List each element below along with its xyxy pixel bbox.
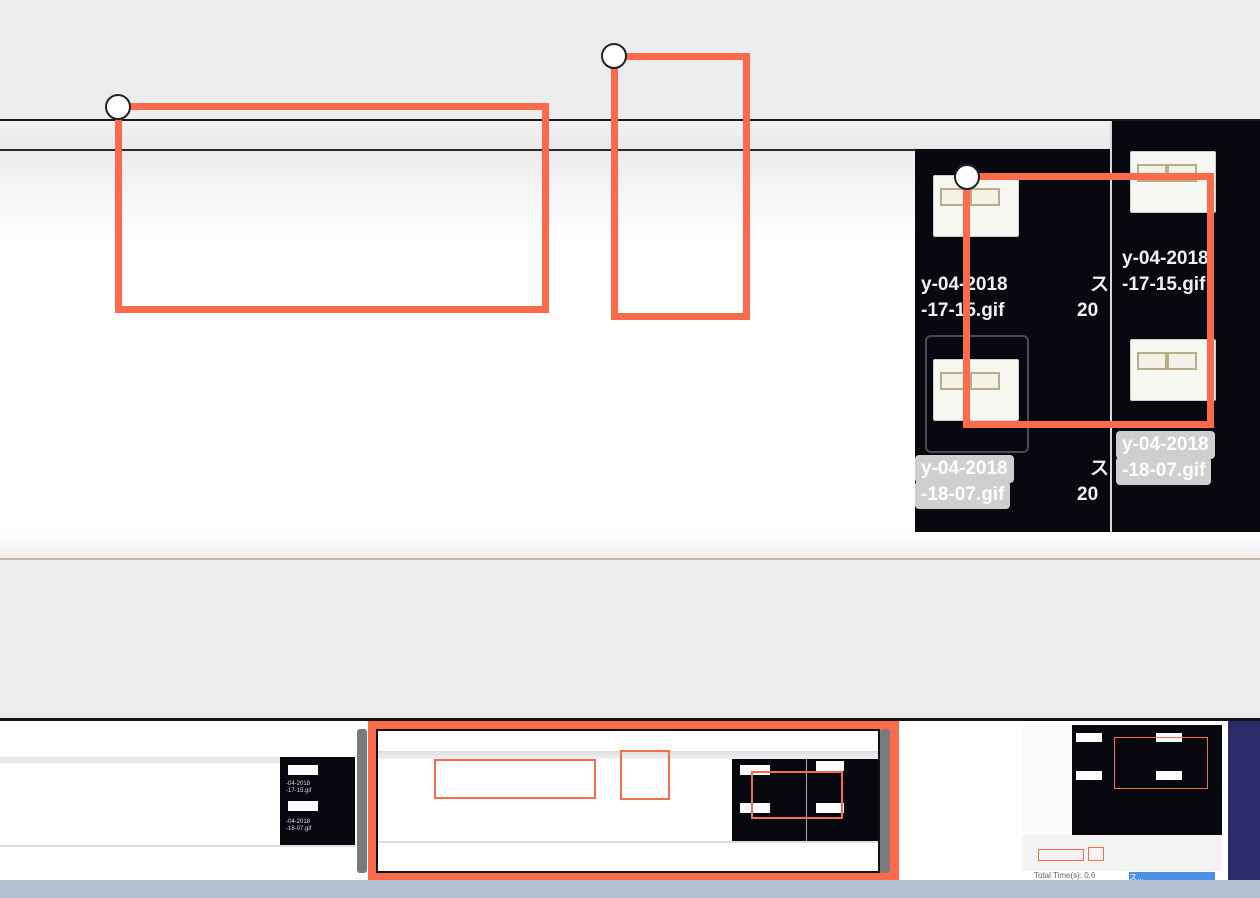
- frame-file-label: -04-2018: [286, 819, 311, 825]
- file-name-partial: ス: [1090, 458, 1110, 479]
- frame-file-label: -04-2018: [286, 781, 311, 787]
- frame-annotation-rectangle: [620, 750, 670, 800]
- resize-handle[interactable]: [954, 164, 980, 190]
- frame-annotation-rectangle: [1088, 847, 1104, 861]
- frame-preview-body: [1022, 725, 1072, 835]
- file-name-highlighted: -18-07.gif: [1116, 457, 1212, 485]
- filmstrip-frame-selected[interactable]: [368, 721, 899, 881]
- resize-handle[interactable]: [105, 94, 131, 120]
- frame-file-label: -18-07.gif: [286, 826, 312, 832]
- frame-annotation-rectangle: [434, 759, 596, 799]
- filmstrip-frame[interactable]: -04-2018 -17-15.gif -04-2018 -18-07.gif: [0, 721, 355, 881]
- frame-bottom-bar: [378, 841, 878, 843]
- file-name-highlighted: y-04-2018: [915, 455, 1014, 483]
- file-name-partial: 20: [1077, 484, 1099, 505]
- annotation-rectangle[interactable]: [115, 103, 549, 313]
- file-name-highlighted: -18-07.gif: [915, 481, 1011, 509]
- frame-file-label: -17-15.gif: [286, 788, 312, 794]
- frame-preview-dark: -04-2018 -17-15.gif -04-2018 -18-07.gif: [280, 757, 355, 845]
- frame-annotation-rectangle: [751, 771, 843, 819]
- annotation-canvas[interactable]: y-04-2018 -17-15.gif y-04-2018 -18-07.gi…: [0, 0, 1260, 712]
- filmstrip-frame[interactable]: Total Time(s): 0.6 ス...: [901, 721, 1260, 881]
- annotation-rectangle[interactable]: [963, 173, 1214, 428]
- frame-preview-body: [0, 763, 280, 845]
- preview-bottom-shadow: [0, 532, 1260, 558]
- resize-handle[interactable]: [601, 43, 627, 69]
- frame-preview-edge: [1228, 721, 1260, 881]
- annotation-rectangle[interactable]: [611, 53, 750, 320]
- frame-annotation-rectangle: [1038, 849, 1084, 861]
- frame-annotation-rectangle: [1114, 737, 1208, 789]
- frame-drag-handle[interactable]: [880, 729, 890, 873]
- frame-filmstrip: -04-2018 -17-15.gif -04-2018 -18-07.gif: [0, 718, 1260, 885]
- frame-bottom-bar: [0, 845, 355, 847]
- frame-status-text: Total Time(s): 0.6: [1034, 871, 1096, 880]
- frame-drag-handle[interactable]: [357, 729, 367, 873]
- file-name-highlighted: y-04-2018: [1116, 431, 1215, 459]
- bottom-status-bar: [0, 880, 1260, 898]
